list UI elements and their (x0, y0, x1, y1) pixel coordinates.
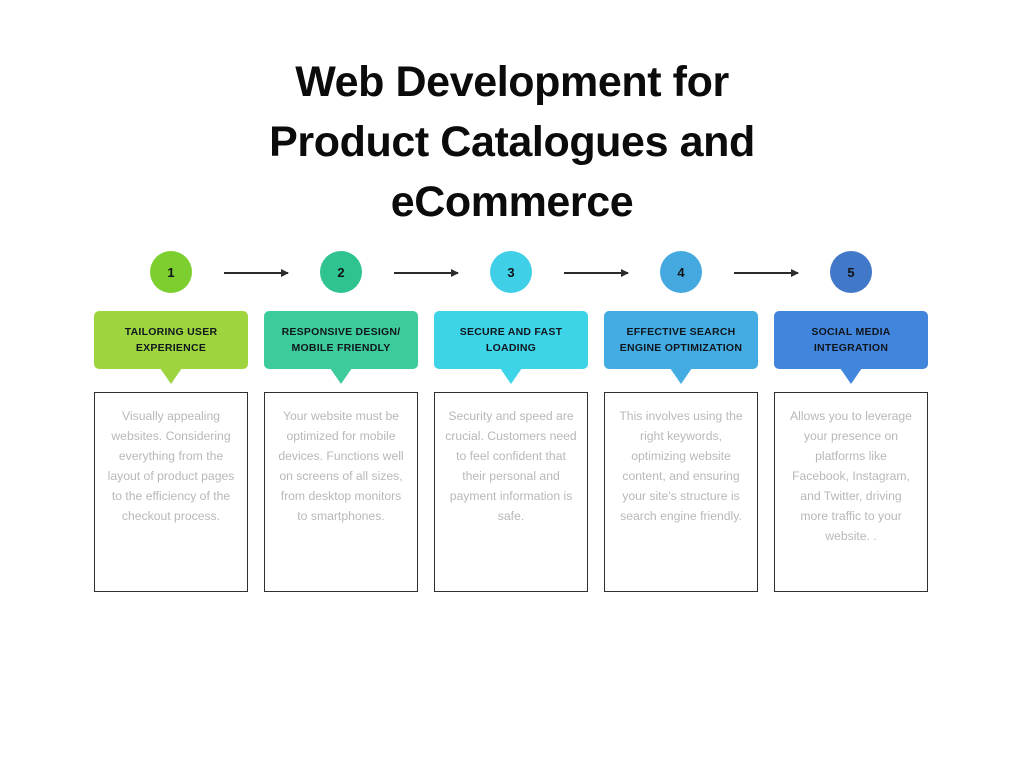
page-title: Web Development for Product Catalogues a… (0, 52, 1024, 232)
step-header-box-1[interactable]: TAILORING USER EXPERIENCE (94, 311, 248, 384)
step-header-label-4: EFFECTIVE SEARCH ENGINE OPTIMIZATION (619, 326, 743, 354)
step-body-text-4: This involves using the right keywords, … (619, 409, 743, 523)
step-body-box-5: Allows you to leverage your presence on … (774, 392, 928, 592)
step-header-label-5: SOCIAL MEDIA INTEGRATION (811, 326, 891, 354)
step-number-circle-2[interactable]: 2 (320, 251, 362, 293)
step-header-tail-2 (330, 368, 352, 384)
step-body-text-1: Visually appealing websites. Considering… (107, 409, 235, 523)
step-header-tail-5 (840, 368, 862, 384)
step-header-label-3: SECURE AND FAST LOADING (459, 326, 563, 354)
step-number-circle-5[interactable]: 5 (830, 251, 872, 293)
step-columns: TAILORING USER EXPERIENCE Visually appeal… (94, 311, 930, 601)
step-body-text-2: Your website must be optimized for mobil… (278, 409, 404, 523)
step-rail: 1 2 3 4 5 (94, 251, 930, 295)
step-body-box-2: Your website must be optimized for mobil… (264, 392, 418, 592)
step-header-tail-4 (670, 368, 692, 384)
step-header-tail-3 (500, 368, 522, 384)
step-body-text-5: Allows you to leverage your presence on … (790, 409, 912, 543)
step-header-label-1: TAILORING USER EXPERIENCE (124, 326, 218, 354)
step-header-box-4[interactable]: EFFECTIVE SEARCH ENGINE OPTIMIZATION (604, 311, 758, 384)
step-header-box-5[interactable]: SOCIAL MEDIA INTEGRATION (774, 311, 928, 384)
step-number-circle-3[interactable]: 3 (490, 251, 532, 293)
step-header-box-2[interactable]: RESPONSIVE DESIGN/ MOBILE FRIENDLY (264, 311, 418, 384)
step-number-circle-1[interactable]: 1 (150, 251, 192, 293)
step-body-box-1: Visually appealing websites. Considering… (94, 392, 248, 592)
page-title-line-1: Web Development for (295, 58, 729, 106)
step-column-2: RESPONSIVE DESIGN/ MOBILE FRIENDLY Your w… (264, 311, 418, 592)
step-body-box-3: Security and speed are crucial. Customer… (434, 392, 588, 592)
step-header-box-3[interactable]: SECURE AND FAST LOADING (434, 311, 588, 384)
page-title-line-2: Product Catalogues and (269, 118, 755, 166)
step-column-3: SECURE AND FAST LOADING Security and spee… (434, 311, 588, 592)
step-body-box-4: This involves using the right keywords, … (604, 392, 758, 592)
step-number-circle-4[interactable]: 4 (660, 251, 702, 293)
step-header-tail-1 (160, 368, 182, 384)
step-column-4: EFFECTIVE SEARCH ENGINE OPTIMIZATION This… (604, 311, 758, 592)
step-header-label-2: RESPONSIVE DESIGN/ MOBILE FRIENDLY (281, 326, 401, 354)
step-body-text-3: Security and speed are crucial. Customer… (445, 409, 577, 523)
step-column-1: TAILORING USER EXPERIENCE Visually appeal… (94, 311, 248, 592)
page-title-line-3: eCommerce (390, 178, 634, 226)
step-marker-5: 5 (774, 251, 928, 295)
step-column-5: SOCIAL MEDIA INTEGRATION Allows you to le… (774, 311, 928, 592)
